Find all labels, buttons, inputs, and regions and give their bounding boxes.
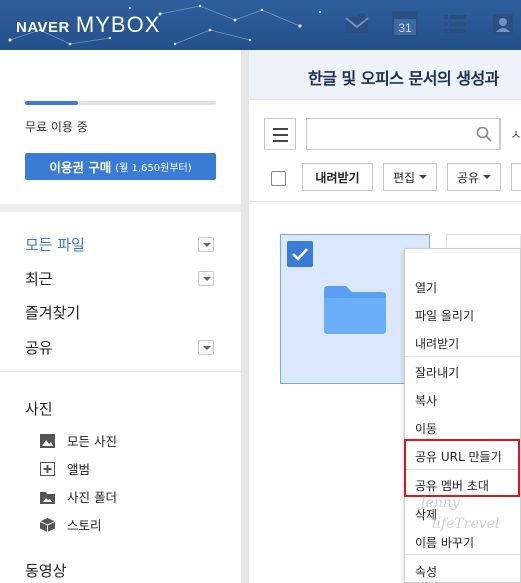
download-button[interactable]: 내려받기 xyxy=(302,163,373,191)
context-menu: 열기 파일 올리기 내려받기 잘라내기 복사 이동 공유 URL 만들기 공유 … xyxy=(404,248,521,583)
menu-icon-line xyxy=(273,128,288,130)
calendar-icon[interactable]: 31 xyxy=(392,11,418,37)
story-icon xyxy=(40,517,55,532)
nav-all-files[interactable]: 모든 파일 xyxy=(25,234,85,255)
promo-text: 한글 및 오피스 문서의 생성과 xyxy=(308,69,499,88)
menu-cut[interactable]: 잘라내기 xyxy=(415,364,459,381)
nav-recent[interactable]: 최근 xyxy=(25,268,53,289)
nav-story[interactable]: 스토리 xyxy=(40,515,102,534)
highlight-annotation-box xyxy=(404,439,520,497)
photo-folder-icon xyxy=(40,491,55,504)
menu-move[interactable]: 이동 xyxy=(415,420,437,437)
watermark-text-line1: Jenny xyxy=(420,495,460,511)
menu-divider xyxy=(405,554,520,555)
chevron-down-icon xyxy=(419,175,428,179)
sidebar-scrollbar[interactable] xyxy=(241,50,249,583)
share-label: 공유 xyxy=(456,170,480,185)
contacts-icon[interactable] xyxy=(490,11,516,37)
edit-label: 편집 xyxy=(392,170,416,185)
all-files-dropdown[interactable] xyxy=(198,237,214,252)
nav-all-photos[interactable]: 모든 사진 xyxy=(40,431,117,450)
edit-dropdown-button[interactable]: 편집 xyxy=(383,163,437,191)
photo-folder-label: 사진 폴더 xyxy=(67,490,117,505)
recent-dropdown[interactable] xyxy=(198,271,214,286)
checkmark-icon xyxy=(292,248,308,261)
search-divider xyxy=(500,118,501,150)
search-input[interactable] xyxy=(306,118,500,150)
chevron-down-icon xyxy=(483,175,492,179)
mail-icon[interactable] xyxy=(344,11,370,37)
folder-icon xyxy=(324,286,386,334)
sidebar-section-divider xyxy=(0,371,241,372)
toolbar-divider xyxy=(249,201,521,202)
top-header: NAVER MYBOX 31 xyxy=(0,0,521,50)
naver-logo-text: NAVER xyxy=(16,19,70,36)
watermark-text-line2: lifeTrevel xyxy=(432,516,500,532)
menu-copy[interactable]: 복사 xyxy=(415,392,437,409)
menu-icon-line xyxy=(273,140,288,142)
mybox-logo-text: MYBOX xyxy=(75,12,161,37)
nav-favorites[interactable]: 즐겨찾기 xyxy=(25,302,80,323)
share-dropdown-button[interactable]: 공유 xyxy=(447,163,501,191)
menu-icon-line xyxy=(273,134,288,136)
shared-dropdown[interactable] xyxy=(198,340,214,355)
album-icon xyxy=(40,461,55,476)
all-photos-label: 모든 사진 xyxy=(67,434,117,449)
nav-photo-folder[interactable]: 사진 폴더 xyxy=(40,487,117,506)
menu-open[interactable]: 열기 xyxy=(415,279,437,296)
buy-plan-price: (월 1,650원부터) xyxy=(115,163,192,174)
menu-divider xyxy=(405,356,520,357)
search-icon[interactable] xyxy=(476,126,492,142)
buy-plan-button[interactable]: 이용권 구매 (월 1,650원부터) xyxy=(25,153,216,180)
storage-usage-bar xyxy=(25,101,216,105)
folder-checkbox-checked[interactable] xyxy=(287,241,313,267)
nav-videos-title[interactable]: 동영상 xyxy=(25,560,66,581)
album-label: 앨범 xyxy=(67,462,91,477)
storage-usage-fill xyxy=(25,101,79,105)
photo-icon xyxy=(40,433,55,448)
select-all-checkbox[interactable] xyxy=(271,171,286,186)
more-toolbar-button[interactable] xyxy=(511,163,521,191)
calendar-day: 31 xyxy=(398,21,412,35)
brand-logo[interactable]: NAVER MYBOX xyxy=(16,12,160,38)
sidebar-divider xyxy=(0,204,241,212)
menu-rename[interactable]: 이름 바꾸기 xyxy=(415,534,474,551)
story-label: 스토리 xyxy=(67,518,102,533)
nav-album[interactable]: 앨범 xyxy=(40,459,90,478)
list-icon[interactable] xyxy=(442,11,468,37)
menu-upload-file[interactable]: 파일 올리기 xyxy=(415,307,474,324)
menu-properties[interactable]: 속성 xyxy=(415,563,437,580)
search-option-label[interactable]: ㅅ xyxy=(510,124,521,143)
promo-banner[interactable]: 한글 및 오피스 문서의 생성과 xyxy=(249,50,521,100)
menu-download[interactable]: 내려받기 xyxy=(415,335,459,352)
buy-plan-label: 이용권 구매 xyxy=(49,160,112,175)
menu-toggle-button[interactable] xyxy=(264,118,296,150)
nav-shared[interactable]: 공유 xyxy=(25,337,53,358)
usage-status-text: 무료 이용 중 xyxy=(25,120,88,134)
nav-photos-title[interactable]: 사진 xyxy=(25,398,53,419)
